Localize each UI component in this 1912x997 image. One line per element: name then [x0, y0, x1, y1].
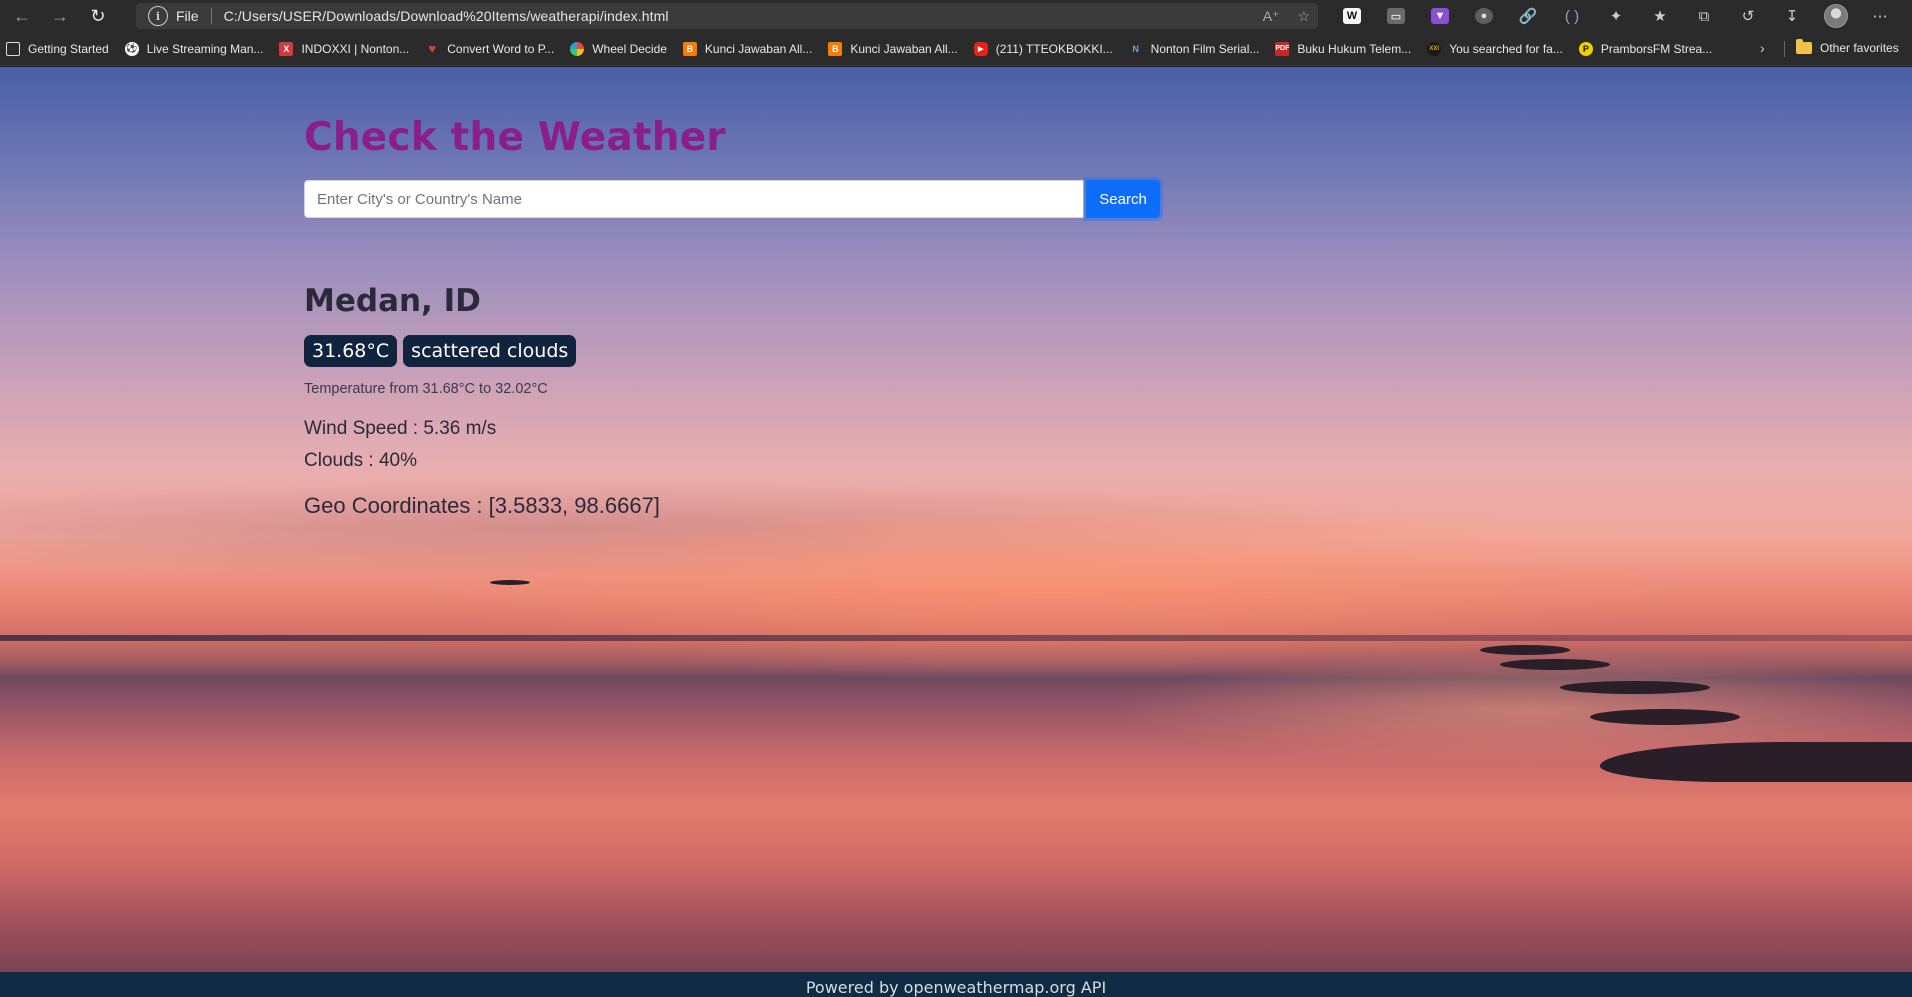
- add-favorite-icon[interactable]: ☆: [1297, 8, 1310, 25]
- search-form: Search: [304, 180, 1160, 218]
- bookmark-item[interactable]: ▶ (211) TTEOKBOKKI...: [973, 41, 1113, 56]
- address-url[interactable]: C:/Users/USER/Downloads/Download%20Items…: [224, 8, 669, 24]
- collections-icon[interactable]: ⧉: [1682, 0, 1726, 32]
- city-search-input[interactable]: [304, 180, 1085, 218]
- address-scheme: File: [176, 8, 199, 24]
- clouds-percentage: Clouds : 40%: [304, 450, 418, 471]
- bookmark-label: Nonton Film Serial...: [1150, 41, 1260, 56]
- extensions-bar: W ▭ ▼ ● 🔗 ( ) ✦ ★ ⧉ ↺ ↧ ⋯: [1330, 0, 1902, 32]
- geo-coordinates: Geo Coordinates : [3.5833, 98.6667]: [304, 493, 660, 518]
- temperature-range: Temperature from 31.68°C to 32.02°C: [304, 381, 548, 397]
- heart-icon: ♥: [428, 41, 437, 56]
- extension-copies-icon[interactable]: ▭: [1374, 0, 1418, 32]
- page-icon: [6, 41, 20, 56]
- search-button[interactable]: Search: [1086, 180, 1160, 218]
- prambors-icon: P: [1578, 41, 1593, 56]
- indoxxi-icon: X: [279, 41, 294, 56]
- extension-link-icon[interactable]: 🔗: [1506, 0, 1550, 32]
- rock-shape: [1500, 659, 1610, 670]
- blogger-icon: B: [682, 41, 697, 56]
- soccer-ball-icon: ⚽: [124, 41, 139, 56]
- downloads-icon[interactable]: ↧: [1770, 0, 1814, 32]
- favorites-icon[interactable]: ★: [1638, 0, 1682, 32]
- bookmark-item[interactable]: Getting Started: [6, 41, 109, 56]
- page-footer: Powered by openweathermap.org API: [0, 972, 1912, 997]
- other-favorites-label: Other favorites: [1820, 41, 1899, 55]
- bookmark-label: Kunci Jawaban All...: [704, 41, 813, 56]
- page-title: Check the Weather: [304, 115, 726, 160]
- profile-avatar[interactable]: [1814, 0, 1858, 32]
- read-aloud-icon[interactable]: A⁺: [1263, 8, 1280, 25]
- address-bar[interactable]: i File C:/Users/USER/Downloads/Download%…: [136, 3, 1318, 29]
- extension-shield-icon[interactable]: ●: [1462, 0, 1506, 32]
- bookmark-label: (211) TTEOKBOKKI...: [995, 41, 1113, 56]
- bookmark-label: PramborsFM Strea...: [1600, 41, 1713, 56]
- bookmark-label: Live Streaming Man...: [146, 41, 264, 56]
- description-badge: scattered clouds: [403, 335, 577, 367]
- nf-icon: N: [1132, 43, 1139, 54]
- other-favorites-folder[interactable]: Other favorites: [1796, 39, 1899, 55]
- pdf-icon: PDF: [1275, 41, 1290, 56]
- youtube-icon: ▶: [973, 41, 988, 56]
- history-icon[interactable]: ↺: [1726, 0, 1770, 32]
- xxi-icon: XXI: [1427, 41, 1442, 56]
- bookmark-label: You searched for fa...: [1449, 41, 1563, 56]
- bookmark-item[interactable]: Wheel Decide: [570, 41, 667, 56]
- bookmark-item[interactable]: X INDOXXI | Nonton...: [279, 41, 410, 56]
- rock-shape: [1480, 645, 1570, 655]
- bookmarks-bar: Getting Started ⚽ Live Streaming Man... X…: [0, 32, 1912, 66]
- bookmark-item[interactable]: XXI You searched for fa...: [1427, 41, 1563, 56]
- bookmark-label: Buku Hukum Telem...: [1297, 41, 1412, 56]
- bookmark-label: Kunci Jawaban All...: [850, 41, 958, 56]
- extension-braces-icon[interactable]: ( ): [1550, 0, 1594, 32]
- bookmark-label: Convert Word to P...: [447, 41, 555, 56]
- address-divider: [210, 8, 212, 24]
- wind-speed: Wind Speed : 5.36 m/s: [304, 418, 497, 439]
- refresh-icon[interactable]: ↻: [82, 2, 114, 30]
- extension-purple-icon[interactable]: ▼: [1418, 0, 1462, 32]
- city-name: Medan, ID: [304, 283, 481, 319]
- more-menu-icon[interactable]: ⋯: [1858, 0, 1902, 32]
- bookmark-item[interactable]: N Nonton Film Serial...: [1129, 41, 1260, 56]
- rock-shape: [490, 580, 530, 585]
- bookmark-item[interactable]: ♥ Convert Word to P...: [425, 41, 555, 56]
- bookmark-label: Wheel Decide: [592, 41, 667, 56]
- bookmarks-overflow-chevron-icon[interactable]: ›: [1760, 40, 1765, 56]
- horizon-line: [0, 635, 1912, 641]
- wheel-icon: [570, 41, 585, 56]
- bookmark-label: INDOXXI | Nonton...: [301, 41, 410, 56]
- bookmark-item[interactable]: B Kunci Jawaban All...: [682, 41, 813, 56]
- browser-toolbar: ← → ↻ i File C:/Users/USER/Downloads/Dow…: [0, 0, 1912, 32]
- bookmark-item[interactable]: ⚽ Live Streaming Man...: [124, 41, 264, 56]
- site-info-icon[interactable]: i: [148, 6, 168, 26]
- blogger-icon: B: [828, 41, 843, 56]
- rock-shape: [1560, 681, 1710, 694]
- extensions-puzzle-icon[interactable]: ✦: [1594, 0, 1638, 32]
- bookmark-item[interactable]: B Kunci Jawaban All...: [828, 41, 958, 56]
- bookmark-item[interactable]: PDF Buku Hukum Telem...: [1275, 41, 1412, 56]
- extension-w-icon[interactable]: W: [1330, 0, 1374, 32]
- page-viewport: Check the Weather Search Medan, ID 31.68…: [0, 67, 1912, 972]
- bookmarks-divider: [1784, 41, 1785, 57]
- forward-arrow-icon[interactable]: →: [44, 2, 76, 30]
- folder-icon: [1796, 39, 1812, 54]
- footer-text: Powered by openweathermap.org API: [805, 978, 1107, 997]
- bookmark-label: Getting Started: [28, 41, 109, 56]
- back-arrow-icon[interactable]: ←: [6, 2, 38, 30]
- temperature-badge: 31.68°C: [304, 335, 398, 367]
- bookmark-item[interactable]: P PramborsFM Strea...: [1578, 41, 1713, 56]
- weather-badges: 31.68°C scattered clouds: [304, 335, 577, 367]
- rock-shape: [1590, 709, 1740, 725]
